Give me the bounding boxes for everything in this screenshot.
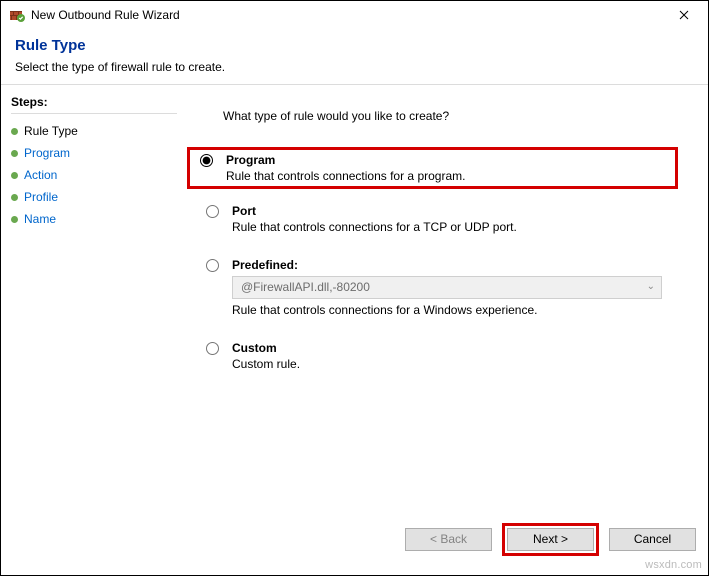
steps-divider	[11, 113, 177, 114]
step-program[interactable]: Program	[11, 142, 177, 164]
option-desc: Rule that controls connections for a pro…	[226, 169, 670, 183]
step-name[interactable]: Name	[11, 208, 177, 230]
predefined-combo-value: @FirewallAPI.dll,-80200	[241, 280, 370, 294]
chevron-down-icon: ⌄	[647, 281, 655, 292]
radio-custom[interactable]	[206, 342, 219, 355]
bullet-icon	[11, 128, 18, 135]
bullet-icon	[11, 216, 18, 223]
close-button[interactable]	[662, 1, 706, 29]
page-subtitle: Select the type of firewall rule to crea…	[15, 60, 694, 74]
predefined-combo: @FirewallAPI.dll,-80200 ⌄	[232, 276, 662, 299]
page-title: Rule Type	[15, 37, 694, 54]
titlebar: New Outbound Rule Wizard	[1, 1, 708, 29]
option-port[interactable]: Port Rule that controls connections for …	[193, 198, 678, 240]
option-label: Port	[232, 204, 670, 218]
step-label: Name	[24, 212, 56, 226]
firewall-icon	[9, 7, 25, 23]
radio-port[interactable]	[206, 205, 219, 218]
steps-heading: Steps:	[11, 95, 177, 109]
footer: < Back Next > Cancel	[1, 517, 708, 575]
radio-predefined[interactable]	[206, 259, 219, 272]
close-icon	[679, 7, 689, 23]
option-desc: Custom rule.	[232, 357, 670, 371]
main-panel: What type of rule would you like to crea…	[183, 85, 708, 525]
next-button-wrap: Next >	[502, 523, 599, 556]
prompt-text: What type of rule would you like to crea…	[193, 105, 678, 147]
window-title: New Outbound Rule Wizard	[31, 8, 180, 22]
option-desc: Rule that controls connections for a Win…	[232, 303, 670, 317]
content: Steps: Rule Type Program Action Profile …	[1, 85, 708, 525]
bullet-icon	[11, 172, 18, 179]
bullet-icon	[11, 194, 18, 201]
step-rule-type[interactable]: Rule Type	[11, 120, 177, 142]
option-program[interactable]: Program Rule that controls connections f…	[187, 147, 678, 189]
back-button-wrap: < Back	[405, 528, 492, 551]
step-action[interactable]: Action	[11, 164, 177, 186]
next-button[interactable]: Next >	[507, 528, 594, 551]
radio-program[interactable]	[200, 154, 213, 167]
cancel-button-wrap: Cancel	[609, 528, 696, 551]
wizard-header: Rule Type Select the type of firewall ru…	[1, 29, 708, 84]
steps-panel: Steps: Rule Type Program Action Profile …	[1, 85, 183, 525]
cancel-button[interactable]: Cancel	[609, 528, 696, 551]
step-label: Profile	[24, 190, 58, 204]
option-predefined[interactable]: Predefined: @FirewallAPI.dll,-80200 ⌄ Ru…	[193, 252, 678, 323]
step-label: Action	[24, 168, 57, 182]
step-profile[interactable]: Profile	[11, 186, 177, 208]
option-desc: Rule that controls connections for a TCP…	[232, 220, 670, 234]
option-label: Custom	[232, 341, 670, 355]
step-label: Rule Type	[24, 124, 78, 138]
option-label: Program	[226, 153, 670, 167]
option-label: Predefined:	[232, 258, 670, 272]
bullet-icon	[11, 150, 18, 157]
back-button: < Back	[405, 528, 492, 551]
option-custom[interactable]: Custom Custom rule.	[193, 335, 678, 377]
step-label: Program	[24, 146, 70, 160]
